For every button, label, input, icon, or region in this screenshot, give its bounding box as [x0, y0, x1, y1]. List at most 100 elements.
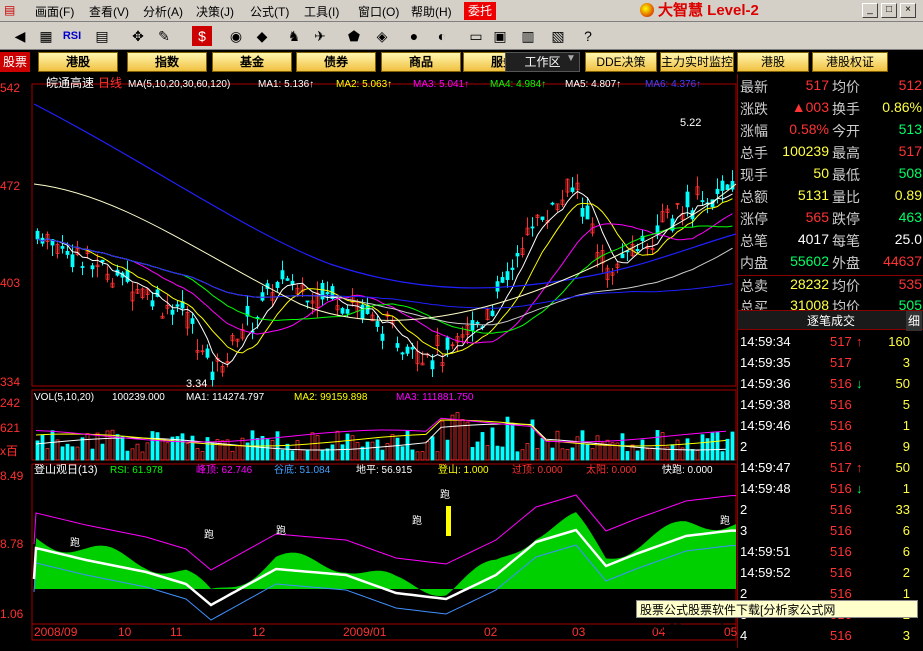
nav-item[interactable]: 商品 — [381, 52, 461, 72]
nav-item[interactable]: 基金 — [212, 52, 292, 72]
dollar-icon[interactable]: $ — [192, 26, 212, 46]
ma-value: MA4: 4.984↑ — [490, 79, 546, 90]
candle-body — [540, 216, 545, 220]
quote-value: 463 — [898, 209, 922, 225]
tick-volume: 3 — [902, 355, 910, 370]
menu-item[interactable]: 帮助(H) — [411, 3, 452, 20]
draw-icon[interactable]: ✎ — [154, 26, 174, 46]
volume-bar — [285, 443, 290, 461]
candle-body — [150, 300, 155, 307]
tick-header[interactable]: 逐笔成交 细 — [738, 310, 923, 331]
nav-right-item[interactable]: 港股权证 — [812, 52, 888, 72]
nav-item[interactable]: 港股 — [38, 52, 118, 72]
tick-time: 2 — [740, 439, 748, 454]
menu-item[interactable]: 画面(F) — [35, 3, 74, 20]
volume-bar — [540, 437, 545, 461]
move-icon[interactable]: ✥ — [128, 26, 148, 46]
shape-icon[interactable]: ⬟ — [344, 26, 364, 46]
volume-bar — [395, 437, 400, 461]
blank-icon[interactable]: ▭ — [466, 26, 486, 46]
tick-price: 517 — [830, 334, 852, 349]
weituo-button[interactable]: 委托 — [464, 2, 496, 20]
price-axis-label: 472 — [0, 179, 20, 193]
volume-bar — [565, 449, 570, 461]
window-icon[interactable]: ▣ — [490, 26, 510, 46]
maximize-icon[interactable]: □ — [881, 3, 897, 18]
candle-body — [395, 343, 400, 348]
run-signal-label: 跑 — [720, 514, 730, 527]
menu-item[interactable]: 分析(A) — [143, 3, 183, 20]
candle-body — [365, 304, 370, 314]
binoculars-icon[interactable]: ♞ — [284, 26, 304, 46]
tick-price: 516 — [830, 418, 852, 433]
rsi-icon[interactable]: RSI — [62, 26, 82, 46]
volume-bar — [625, 451, 630, 461]
nav-bar: 股票 港股 指数 基金 债券 商品 服务 工作区 DDE决策 主力实时监控 港股 港股权证 ▼ — [0, 50, 923, 74]
close-icon[interactable]: × — [900, 3, 916, 18]
candle-body — [360, 304, 365, 319]
volume-bar — [590, 448, 595, 461]
volume-bar — [495, 445, 500, 461]
nav-right-item[interactable]: DDE决策 — [585, 52, 657, 72]
kline-chart-svg[interactable]: 皖通高速 日线 MA(5,10,20,30,60,120) MA1: 5.136↑ MA… — [0, 74, 738, 648]
kline-chart[interactable]: 皖通高速 日线 MA(5,10,20,30,60,120) MA1: 5.136↑ MA… — [0, 74, 738, 648]
down-arrow-icon: ↓ — [856, 376, 863, 391]
minimize-icon[interactable]: _ — [862, 3, 878, 18]
price-axis-label: 403 — [0, 276, 20, 290]
candle-body — [495, 281, 500, 292]
nav-item[interactable]: 指数 — [127, 52, 207, 72]
quote-label: 最新 — [740, 79, 768, 95]
menu-item[interactable]: 公式(T) — [250, 3, 289, 20]
nav-right-item[interactable]: 主力实时监控 — [660, 52, 734, 72]
candle-body — [90, 265, 95, 270]
layout-icon[interactable]: ▥ — [518, 26, 538, 46]
app-icon[interactable]: ▤ — [4, 3, 15, 17]
quote-panel: 最新 517 均价 512 涨跌 ▲003 换手 0.86% 涨幅 0.58% 今开 513 总手 100… — [737, 74, 923, 648]
ma-value: MA2: 5.063↑ — [336, 79, 392, 90]
quote-label: 量比 — [832, 189, 860, 205]
diamond-icon[interactable]: ◆ — [252, 26, 272, 46]
menu-item[interactable]: 工具(I) — [304, 3, 339, 20]
quote-label: 每笔 — [832, 233, 860, 249]
candle-body — [550, 202, 555, 205]
help-icon[interactable]: ? — [578, 26, 598, 46]
dropdown-arrow-icon[interactable]: ▼ — [566, 53, 576, 64]
nav-item[interactable]: 债券 — [296, 52, 376, 72]
tick-time: 2 — [740, 586, 748, 601]
stock-label[interactable]: 股票 — [0, 52, 30, 72]
volume-bar — [550, 447, 555, 461]
table-icon[interactable]: ▤ — [92, 26, 112, 46]
volume-bar — [335, 430, 340, 461]
menu-item[interactable]: 决策(J) — [196, 3, 234, 20]
candle-body — [380, 333, 385, 341]
volume-bar — [295, 440, 300, 461]
quote-value: 508 — [898, 165, 922, 181]
rhombus-icon[interactable]: ◈ — [372, 26, 392, 46]
indicator-value: 过顶: 0.000 — [512, 463, 563, 476]
plane-icon[interactable]: ✈ — [310, 26, 330, 46]
back-icon[interactable]: ◀ — [10, 26, 30, 46]
volume-bar — [235, 445, 240, 461]
grid-icon[interactable]: ▦ — [36, 26, 56, 46]
candle-body — [205, 348, 210, 358]
nav-right-item[interactable]: 港股 — [737, 52, 809, 72]
menu-item[interactable]: 查看(V) — [89, 3, 129, 20]
volume-bar — [200, 451, 205, 461]
volume-bar — [580, 430, 585, 461]
panel-icon[interactable]: ▧ — [548, 26, 568, 46]
ad-banner[interactable]: 股票公式股票软件下载[分析家公式网www.88gs.com] — [636, 600, 918, 635]
volume-bar — [620, 433, 625, 461]
eye-icon[interactable]: ◉ — [226, 26, 246, 46]
quote-row: 现手 50 最低 508 — [738, 165, 923, 186]
phone-icon[interactable]: ◐ — [432, 26, 452, 46]
logo-ball-icon — [640, 3, 654, 17]
menu-item[interactable]: 窗口(O) — [358, 3, 399, 20]
candle-body — [570, 187, 575, 192]
record-icon[interactable]: ● — [404, 26, 424, 46]
tick-price: 516 — [830, 565, 852, 580]
candle-body — [410, 347, 415, 350]
quote-value: 4017 — [797, 231, 829, 247]
tick-detail-tab[interactable]: 细 — [905, 311, 922, 331]
brand-logo: 大智慧 Level-2 — [640, 2, 810, 20]
volume-bar — [435, 451, 440, 461]
